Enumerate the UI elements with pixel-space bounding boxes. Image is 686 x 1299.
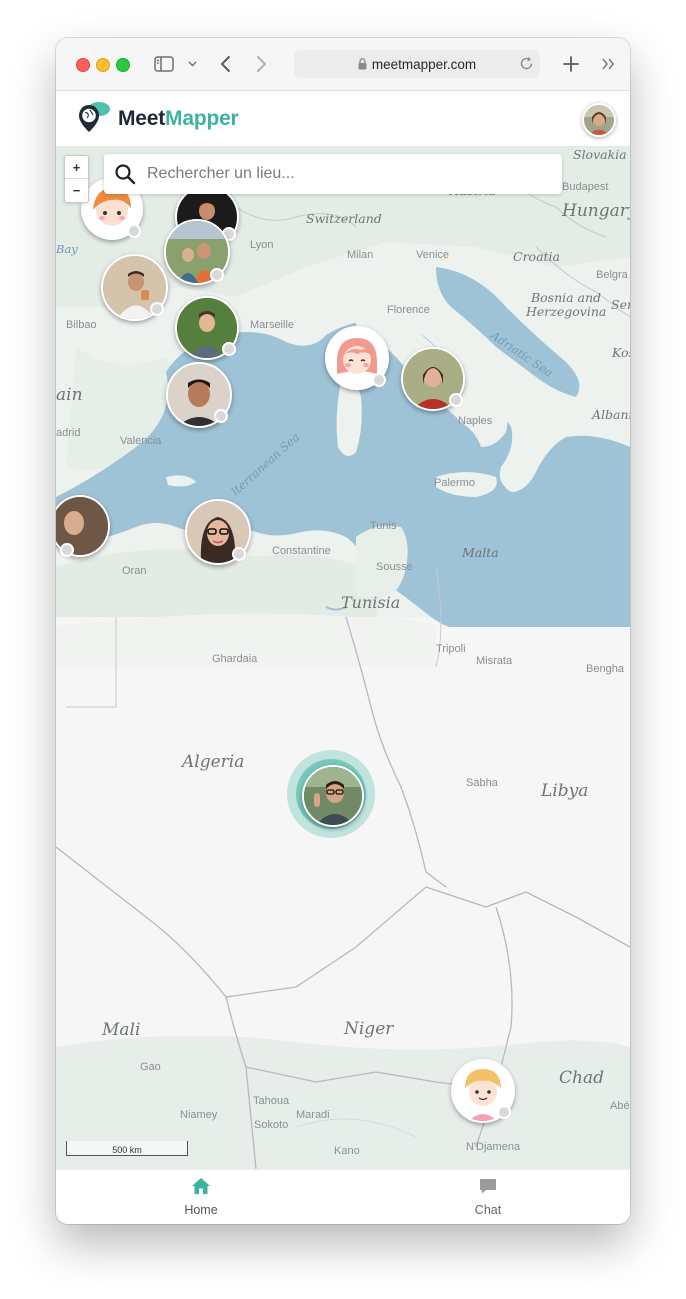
map-label-gao: Gao: [140, 1061, 161, 1073]
map-scale-bar: 500 km: [66, 1141, 188, 1156]
url-text: meetmapper.com: [371, 56, 477, 72]
back-arrow-icon[interactable]: [216, 52, 236, 76]
map-label-tunisia: Tunisia: [341, 593, 401, 612]
map-label-valencia: Valencia: [120, 435, 162, 447]
user-avatar[interactable]: [582, 103, 616, 137]
reload-icon[interactable]: [519, 56, 534, 71]
map-label-tripoli: Tripoli: [436, 643, 466, 655]
map-label-tunis: Tunis: [370, 520, 397, 532]
nav-chat-label: Chat: [474, 1203, 502, 1217]
status-dot: [222, 342, 236, 356]
map-label-florence: Florence: [387, 304, 430, 316]
close-window-button[interactable]: [76, 58, 90, 72]
browser-window: meetmapper.com MeetMapper Slovakia Budap…: [56, 38, 630, 1224]
map-label-hungary: Hungary: [562, 201, 630, 221]
map-view[interactable]: Slovakia Budapest Hungary Austria Switze…: [56, 147, 630, 1169]
status-dot: [127, 224, 141, 238]
map-label-albania: Albania: [592, 407, 630, 422]
map-label-malta: Malta: [462, 545, 499, 560]
map-label-mali: Mali: [102, 1020, 141, 1040]
map-label-marseille: Marseille: [250, 319, 295, 331]
map-label-bosnia: Bosnia and Herzegovina: [526, 290, 607, 319]
map-label-ghardaia: Ghardaia: [212, 653, 258, 665]
map-label-slovakia: Slovakia: [573, 147, 627, 162]
map-label-croatia: Croatia: [513, 249, 560, 264]
home-icon: [190, 1176, 212, 1199]
browser-toolbar: meetmapper.com: [56, 38, 630, 91]
chat-icon: [478, 1176, 498, 1199]
status-dot: [497, 1105, 511, 1119]
search-icon[interactable]: [113, 162, 137, 186]
bottom-navigation: Home Chat: [56, 1169, 630, 1224]
map-label-lyon: Lyon: [250, 239, 274, 251]
meetmapper-logo-icon[interactable]: [78, 101, 112, 140]
map-label-ndjamena: N'Djamena: [466, 1141, 521, 1153]
map-label-misrata: Misrata: [476, 655, 513, 667]
sidebar-toggle-icon[interactable]: [152, 52, 176, 76]
status-dot: [210, 268, 224, 282]
map-label-constantine: Constantine: [272, 545, 331, 557]
map-label-sousse: Sousse: [376, 561, 413, 573]
brand-part-mapper: Mapper: [165, 107, 239, 130]
status-dot: [449, 393, 463, 407]
map-label-venice: Venice: [416, 249, 450, 261]
map-zoom-control: + −: [64, 155, 89, 203]
status-dot: [214, 409, 228, 423]
minimize-window-button[interactable]: [96, 58, 110, 72]
map-label-sokoto: Sokoto: [254, 1119, 289, 1131]
map-label-budapest: Budapest: [562, 181, 609, 193]
map-label-kosovo: Kos: [612, 345, 630, 360]
nav-home[interactable]: Home: [151, 1176, 251, 1217]
zoom-in-button[interactable]: +: [65, 156, 88, 179]
nav-home-label: Home: [184, 1203, 218, 1217]
forward-arrow-icon[interactable]: [251, 52, 271, 76]
map-label-madrid: adrid: [56, 427, 81, 439]
map-label-maradi: Maradi: [296, 1109, 330, 1121]
current-user-pin[interactable]: [302, 765, 364, 827]
map-label-bay: Bay: [56, 242, 78, 256]
map-label-algeria: Algeria: [182, 752, 245, 772]
map-scale-label: 500 km: [112, 1145, 142, 1155]
map-label-niamey: Niamey: [180, 1109, 218, 1121]
brand-name[interactable]: MeetMapper: [118, 107, 239, 131]
address-bar[interactable]: meetmapper.com: [294, 50, 540, 78]
status-dot: [232, 547, 246, 561]
map-label-spain: ain: [56, 385, 83, 405]
status-dot: [372, 373, 386, 387]
new-tab-icon[interactable]: [560, 52, 582, 76]
map-label-bilbao: Bilbao: [66, 319, 97, 331]
map-label-milan: Milan: [347, 249, 374, 261]
map-label-serbia: Ser: [611, 297, 630, 312]
map-label-switzerland: Switzerland: [306, 211, 382, 226]
place-search-input[interactable]: [145, 164, 529, 184]
zoom-window-button[interactable]: [116, 58, 130, 72]
map-label-abeche: Abé: [610, 1100, 630, 1112]
show-more-icon[interactable]: [598, 52, 618, 76]
chevron-down-icon[interactable]: [186, 52, 198, 76]
status-dot: [150, 302, 164, 316]
map-label-tahoua: Tahoua: [253, 1095, 290, 1107]
map-label-niger: Niger: [344, 1019, 394, 1039]
app-header: MeetMapper: [56, 91, 630, 147]
map-label-naples: Naples: [458, 415, 493, 427]
place-search-box: [104, 154, 562, 194]
nav-chat[interactable]: Chat: [438, 1176, 538, 1217]
zoom-out-button[interactable]: −: [65, 179, 88, 201]
map-label-chad: Chad: [559, 1068, 604, 1088]
map-label-oran: Oran: [122, 565, 147, 577]
map-label-kano: Kano: [334, 1145, 360, 1157]
map-label-palermo: Palermo: [434, 477, 475, 489]
map-label-belgrade: Belgra: [596, 269, 628, 281]
map-label-benghazi: Bengha: [586, 663, 624, 675]
brand-part-meet: Meet: [118, 107, 166, 130]
map-label-libya: Libya: [541, 781, 589, 801]
lock-icon: [358, 58, 367, 70]
status-dot: [60, 543, 74, 557]
map-label-sabha: Sabha: [466, 777, 498, 789]
